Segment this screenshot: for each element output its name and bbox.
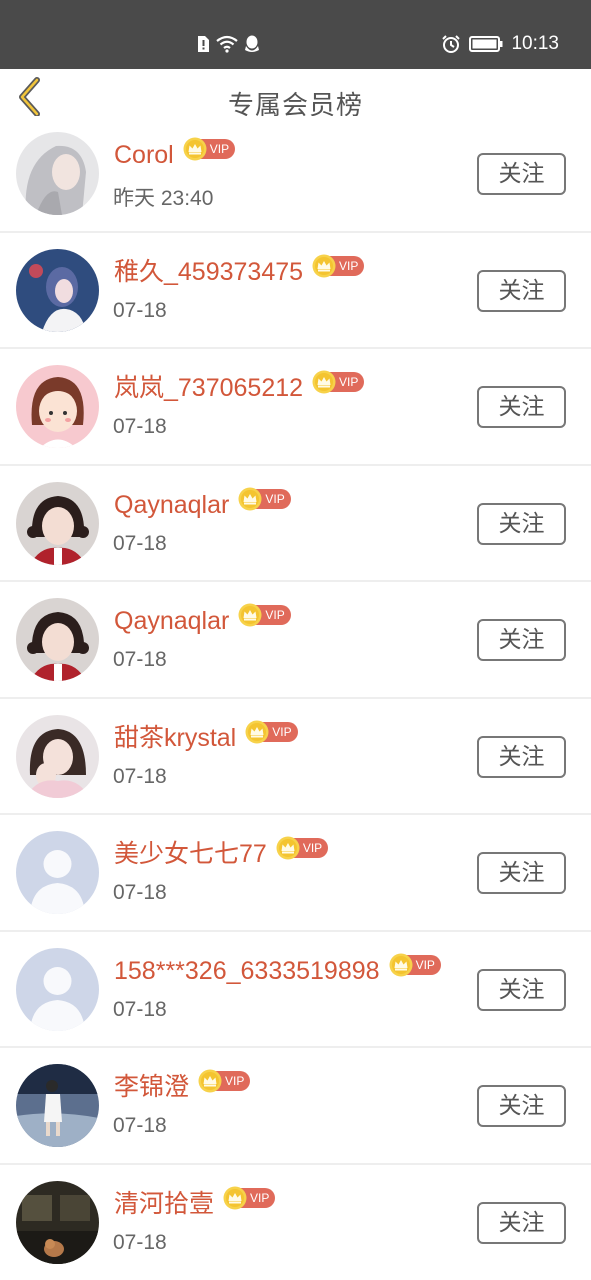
name-line: 清河拾壹 VIP [114,1186,276,1221]
member-name[interactable]: Qaynaqlar [114,604,229,638]
member-date: 07-18 [113,298,167,322]
member-date: 昨天 23:40 [113,187,214,210]
crown-icon [389,953,413,976]
vip-badge: VIP [238,487,291,511]
member-name[interactable]: 美少女七七77 [114,837,267,871]
avatar-default-user[interactable] [16,831,99,914]
member-row[interactable]: 甜茶krystal VIP 07-18 关注 [0,698,591,815]
status-icons-right: 10:13 [441,31,559,57]
avatar-girl-pink[interactable] [16,714,99,798]
member-date: 07-18 [113,997,167,1021]
avatar-dark-room[interactable] [16,1180,99,1264]
follow-button[interactable]: 关注 [477,1201,566,1244]
member-row[interactable]: 美少女七七77 VIP 07-18 关注 [0,815,591,932]
name-line: 158***326_6333519898 VIP [114,953,441,988]
name-line: 稚久_459373475 VIP [114,254,365,289]
vip-badge: VIP [223,1186,276,1210]
member-name[interactable]: 稚久_459373475 [114,255,303,289]
crown-icon [312,254,336,277]
follow-button[interactable]: 关注 [477,153,566,195]
follow-button[interactable]: 关注 [477,852,566,894]
vip-badge: VIP [245,720,298,744]
qq-icon [245,35,259,52]
vip-badge: VIP [276,836,329,860]
follow-button[interactable]: 关注 [477,502,566,545]
vip-badge: VIP [312,370,365,394]
vip-badge: VIP [183,137,236,161]
member-row[interactable]: 岚岚_737065212 VIP 07-18 关注 [0,349,591,466]
sim-alert-icon [198,36,209,52]
crown-icon [312,370,336,394]
member-row[interactable]: 李锦澄 VIP 07-18 关注 [0,1048,591,1165]
member-list: Corol VIP 昨天 23:40 关注 稚久_459373475 VIP 0… [0,116,591,1280]
clock-time: 10:13 [511,33,559,54]
crown-icon [276,836,300,860]
member-row[interactable]: Corol VIP 昨天 23:40 关注 [0,116,591,233]
vip-badge: VIP [389,953,441,977]
member-date: 07-18 [113,648,167,671]
avatar-beach-person[interactable] [16,1064,99,1147]
name-line: Qaynaqlar VIP [114,603,291,638]
avatar-girl-red[interactable] [16,598,99,681]
follow-button[interactable]: 关注 [477,1085,566,1127]
crown-icon [245,720,269,743]
avatar-default-user[interactable] [16,947,99,1031]
name-line: 岚岚_737065212 VIP [114,370,365,405]
member-date: 07-18 [113,881,167,904]
member-name[interactable]: 甜茶krystal [114,721,236,755]
crown-icon [223,1186,247,1209]
crown-icon [238,487,262,510]
name-line: 李锦澄 VIP [114,1069,251,1104]
member-date: 07-18 [113,1114,167,1137]
vip-badge: VIP [238,603,291,627]
follow-button[interactable]: 关注 [477,386,566,428]
battery-icon [469,36,503,52]
avatar-cartoon-girl[interactable] [16,365,99,448]
follow-button[interactable]: 关注 [477,269,566,312]
alarm-icon [442,35,461,53]
member-name[interactable]: Corol [114,138,174,172]
member-date: 07-18 [113,531,167,555]
member-row[interactable]: Qaynaqlar VIP 07-18 关注 [0,582,591,699]
crown-icon [183,137,207,161]
crown-icon [238,603,262,627]
member-row[interactable]: 158***326_6333519898 VIP 07-18 关注 [0,931,591,1048]
follow-button[interactable]: 关注 [477,735,566,778]
member-row[interactable]: 稚久_459373475 VIP 07-18 关注 [0,232,591,349]
avatar-girl-red[interactable] [16,481,99,565]
member-row[interactable]: Qaynaqlar VIP 07-18 关注 [0,465,591,582]
wifi-icon [216,35,238,53]
vip-badge: VIP [198,1069,251,1093]
member-name[interactable]: 李锦澄 [114,1070,189,1104]
member-name[interactable]: Qaynaqlar [114,488,229,522]
name-line: Qaynaqlar VIP [114,487,291,522]
member-name[interactable]: 岚岚_737065212 [114,371,303,405]
avatar-blue-girl[interactable] [16,248,99,332]
member-name[interactable]: 158***326_6333519898 [114,954,380,988]
follow-button[interactable]: 关注 [477,968,566,1011]
crown-icon [198,1069,222,1093]
name-line: Corol VIP [114,137,236,172]
name-line: 美少女七七77 VIP [114,836,329,871]
name-line: 甜茶krystal VIP [114,720,298,755]
member-name[interactable]: 清河拾壹 [114,1187,214,1221]
avatar-gray-hair-girl[interactable] [16,132,99,215]
member-date: 07-18 [113,764,167,788]
member-date: 07-18 [113,415,167,438]
status-bar: 10:13 [0,0,591,69]
follow-button[interactable]: 关注 [477,619,566,661]
member-date: 07-18 [113,1230,167,1254]
member-row[interactable]: 清河拾壹 VIP 07-18 关注 [0,1164,591,1280]
vip-badge: VIP [312,254,365,278]
status-icons-left [196,33,260,55]
